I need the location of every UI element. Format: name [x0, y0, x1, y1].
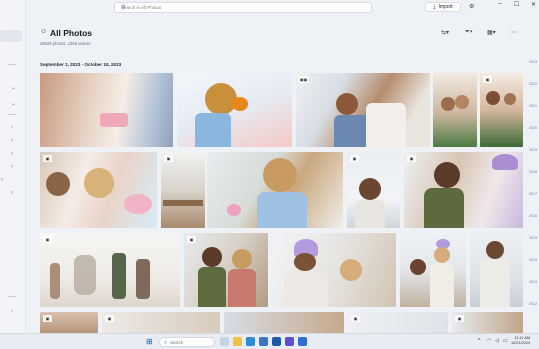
photo-thumbnail[interactable]: ▣ [102, 312, 220, 333]
timeline-year[interactable]: 2018 [529, 170, 537, 174]
timeline-year[interactable]: 2016 [529, 214, 537, 218]
timeline-year[interactable]: 2023 [529, 60, 537, 64]
photo-thumbnail[interactable]: ▣ [40, 233, 180, 307]
photo-thumbnail[interactable]: ▣ [161, 152, 205, 228]
timeline-year[interactable]: 2019 [529, 148, 537, 152]
sidebar-item-selected[interactable] [0, 30, 22, 42]
year-timeline[interactable]: 2023 2022 2021 2020 2019 2018 2017 2016 … [528, 60, 539, 330]
photo-thumbnail[interactable]: ▣ [480, 73, 523, 147]
maximize-icon[interactable]: ☐ [514, 1, 519, 8]
task-view-icon[interactable] [220, 337, 229, 346]
date-range-heading: September 1, 2023 - October 10, 2023 [40, 62, 122, 67]
page-title: All Photos [50, 28, 93, 38]
photo-thumbnail[interactable]: ▣ [40, 152, 157, 228]
photo-thumbnail[interactable] [207, 152, 343, 228]
timeline-year[interactable]: 2017 [529, 192, 537, 196]
sidebar-divider [8, 296, 16, 297]
taskbar: ⊞ ⚲ Search ^ ◠ ◁ ▭ 11:11 AM 10/21/2023 [0, 333, 539, 349]
photo-thumbnail[interactable] [177, 73, 292, 147]
edge-icon[interactable] [246, 337, 255, 346]
photo-thumbnail[interactable]: ▣ [348, 312, 448, 333]
video-badge-icon: ▣ [351, 315, 360, 322]
sidebar-divider [8, 64, 16, 65]
photo-thumbnail[interactable] [224, 312, 344, 333]
video-badge-icon: ▣ [43, 155, 52, 162]
view-icon[interactable]: ⇆▾ [441, 29, 449, 36]
chevron-down-icon[interactable]: ⌄ [11, 85, 16, 91]
taskbar-search-placeholder: Search [170, 339, 184, 345]
photo-thumbnail[interactable] [400, 233, 466, 307]
photo-thumbnail[interactable]: ▣▣ [296, 73, 430, 147]
chevron-right-icon[interactable]: › [11, 164, 13, 170]
video-badge-icon: ▣ [187, 236, 196, 243]
file-explorer-icon[interactable] [233, 337, 242, 346]
photo-thumbnail[interactable] [40, 73, 173, 147]
volume-icon[interactable]: ◁ [495, 338, 499, 344]
timeline-year[interactable]: 2022 [529, 82, 537, 86]
photos-app: ⌄ ⌄ › › › › › › › ⚲ Search in All Photos… [0, 0, 539, 349]
photo-thumbnail[interactable]: ▣ [184, 233, 268, 307]
timeline-year[interactable]: 2013 [529, 280, 537, 284]
photos-icon: ☺ [40, 28, 48, 35]
photo-count: 49628 photos, 1356 videos [40, 41, 91, 46]
battery-icon[interactable]: ▭ [503, 338, 508, 344]
video-badge-icon: ▣ [105, 315, 114, 322]
gear-icon[interactable]: ⚙ [469, 3, 474, 10]
chevron-right-icon[interactable]: › [11, 190, 13, 196]
photo-thumbnail[interactable]: ▣ [452, 312, 523, 333]
chevron-right-icon[interactable]: › [11, 309, 13, 315]
chevron-right-icon[interactable]: › [11, 138, 13, 144]
video-badge-icon: ▣ [455, 315, 464, 322]
navigation-sidebar: ⌄ ⌄ › › › › › › › [0, 0, 26, 333]
mail-icon[interactable] [298, 337, 307, 346]
chevron-right-icon[interactable]: › [11, 151, 13, 157]
title-bar: ⚲ Search in All Photos ⤓ Import ⚙ – ☐ ✕ [26, 0, 539, 14]
minimize-icon[interactable]: – [498, 1, 501, 7]
wifi-icon[interactable]: ◠ [487, 338, 491, 344]
video-badge-icon: ▣ [164, 155, 173, 162]
search-icon: ⚲ [164, 339, 168, 345]
import-label: Import [438, 4, 453, 10]
timeline-year[interactable]: 2020 [529, 126, 537, 130]
photos-app-icon[interactable] [272, 337, 281, 346]
video-badge-icon: ▣ [43, 236, 52, 243]
chevron-right-icon[interactable]: › [1, 177, 3, 183]
video-badge-icon: ▣ [43, 315, 52, 322]
timeline-year[interactable]: 2021 [529, 104, 537, 108]
timeline-year[interactable]: 2012 [529, 302, 537, 306]
layout-icon[interactable]: ▦▾ [487, 29, 496, 36]
search-placeholder: Search in All Photos [121, 5, 162, 10]
teams-icon[interactable] [285, 337, 294, 346]
photo-thumbnail[interactable] [272, 233, 396, 307]
taskbar-clock[interactable]: 11:11 AM 10/21/2023 [511, 336, 530, 346]
taskbar-search[interactable]: ⚲ Search [159, 337, 215, 347]
timeline-year[interactable]: 2014 [529, 258, 537, 262]
video-badge-icon: ▣ [483, 76, 492, 83]
photo-thumbnail[interactable]: ▣ [40, 312, 98, 333]
sidebar-divider [8, 114, 16, 115]
filter-icon[interactable]: ⏷▾ [465, 29, 473, 36]
video-badge-icon: ▣ [407, 155, 416, 162]
photo-thumbnail[interactable]: ▣ [404, 152, 523, 228]
store-icon[interactable] [259, 337, 268, 346]
close-icon[interactable]: ✕ [531, 1, 536, 8]
photo-thumbnail[interactable] [470, 233, 523, 307]
import-icon: ⤓ [433, 4, 436, 10]
photo-thumbnail[interactable] [433, 73, 477, 147]
import-button[interactable]: ⤓ Import [425, 2, 461, 12]
search-input[interactable]: ⚲ Search in All Photos [114, 2, 372, 13]
timeline-year[interactable]: 2015 [529, 236, 537, 240]
photo-thumbnail[interactable]: ▣ [347, 152, 400, 228]
video-badge-icon: ▣▣ [299, 76, 308, 83]
clock-date: 10/21/2023 [511, 341, 531, 345]
chevron-down-icon[interactable]: ⌄ [11, 101, 16, 107]
windows-start-icon[interactable]: ⊞ [146, 337, 153, 346]
chevron-right-icon[interactable]: › [11, 125, 13, 131]
chevron-up-icon[interactable]: ^ [478, 338, 480, 344]
more-icon[interactable]: ⋯ [511, 29, 517, 36]
video-badge-icon: ▣ [350, 155, 359, 162]
